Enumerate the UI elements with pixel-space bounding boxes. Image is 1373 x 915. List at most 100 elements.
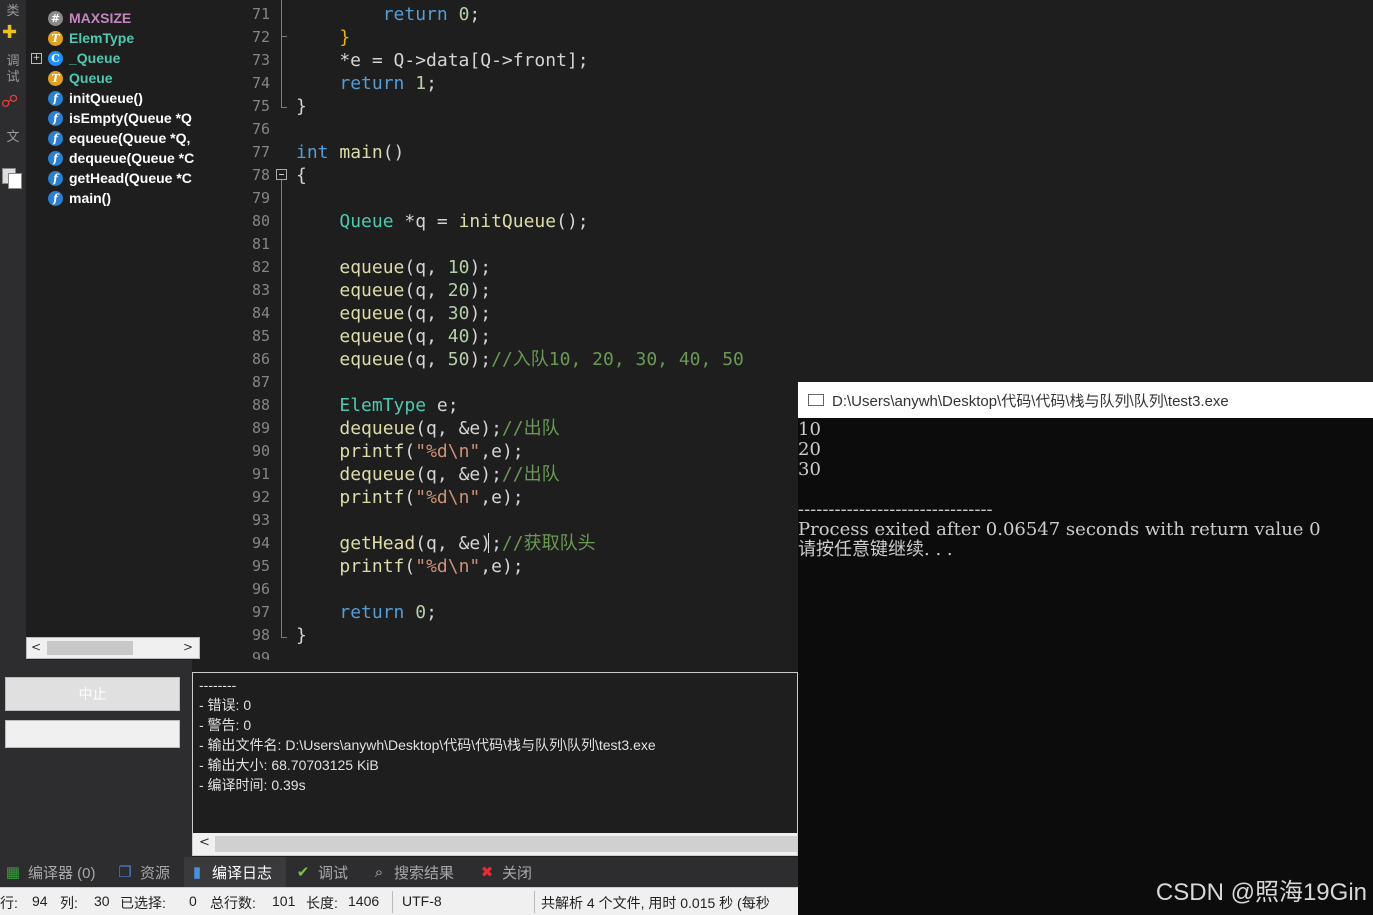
console-window-icon [808,394,824,406]
code-token: equeue [339,280,405,301]
code-line[interactable]: ElemType e; [296,394,458,417]
console-output-line: 30 [798,459,821,480]
class-item-label: main() [69,190,111,206]
compile-log-line: - 输出文件名: D:\Users\anywh\Desktop\代码\代码\栈与… [199,737,656,753]
scroll-thumb[interactable] [47,641,133,655]
scroll-thumb[interactable] [215,836,797,852]
code-line[interactable]: dequeue(q, &e);//出队 [296,463,559,486]
files-icon[interactable] [2,168,22,189]
resources-icon: ❐ [118,864,132,881]
compile-log-hscrollbar[interactable]: < [193,833,797,855]
code-token: "%d\n" [415,556,481,577]
function-icon: f [48,150,63,166]
line-number: 97 [251,603,270,621]
code-token: 50 [447,349,470,370]
bottom-tab[interactable]: ❐ 资源 [112,857,180,887]
code-token: equeue [339,326,405,347]
code-line[interactable]: } [296,95,307,118]
line-number: 77 [251,143,270,161]
scroll-left-arrow[interactable]: < [31,640,41,654]
code-line[interactable]: equeue(q, 30); [296,302,491,325]
code-line[interactable]: dequeue(q, &e);//出队 [296,417,559,440]
class-item[interactable]: C _Queue [48,48,200,68]
status-selection-value: 0 [189,893,197,909]
expand-node-icon[interactable]: + [31,53,42,64]
code-editor[interactable]: 71 72 73 74 75 76 77 78 79 80 81 82 83 84 85 86 87 88 89 90… [212,0,798,660]
fold-collapse-icon[interactable] [276,169,287,180]
bottom-tab[interactable]: ▮ 编译日志 [184,857,286,887]
class-browser-hscrollbar[interactable]: < > [26,637,200,659]
code-line[interactable]: return 0; [296,3,481,26]
stop-button[interactable]: 中止 [5,677,180,711]
console-output-line: Process exited after 0.06547 seconds wit… [798,519,1321,540]
code-token: (q, [404,326,448,347]
console-output-line: 20 [798,439,821,460]
status-separator [392,891,393,913]
code-line[interactable]: int main() [296,141,404,164]
line-number: 75 [251,97,270,115]
line-number: 89 [251,419,270,437]
bottom-tab[interactable]: ✖ 关闭 [474,857,544,887]
code-line[interactable]: printf("%d\n",e); [296,486,524,509]
debug-tab-label[interactable]: 调试 [4,54,22,86]
class-item[interactable]: f initQueue() [48,88,200,108]
code-line[interactable]: equeue(q, 10); [296,256,491,279]
class-item-label: dequeue(Queue *C [69,150,195,166]
code-line[interactable]: equeue(q, 20); [296,279,491,302]
code-token: equeue [339,303,405,324]
status-encoding: UTF-8 [402,893,442,909]
compile-log-panel[interactable]: -------- - 错误: 0 - 警告: 0 - 输出文件名: D:\Users\… [192,672,798,856]
class-item[interactable]: f main() [48,188,200,208]
debug-glasses-icon[interactable]: ☍ [1,92,18,112]
code-line[interactable]: return 1; [296,72,437,95]
code-token: (); [556,211,589,232]
code-token: ( [404,556,416,577]
add-watch-icon[interactable]: ✚ [2,22,17,43]
bottom-tab[interactable]: ⌕ 搜索结果 [366,857,470,887]
class-item[interactable]: T Queue [48,68,200,88]
class-item[interactable]: f dequeue(Queue *C [48,148,200,168]
code-line[interactable]: return 0; [296,601,437,624]
class-item[interactable]: f isEmpty(Queue *Q [48,108,200,128]
class-item[interactable]: # MAXSIZE [48,8,200,28]
code-line[interactable]: equeue(q, 50);//入队10, 20, 30, 40, 50 [296,348,744,371]
code-line[interactable]: printf("%d\n",e); [296,440,523,463]
bottom-tab[interactable]: ✔ 调试 [290,857,362,887]
code-line[interactable]: equeue(q, 40); [296,325,491,348]
code-line[interactable]: Queue *q = initQueue(); [296,210,589,233]
line-number: 76 [251,120,270,138]
code-line[interactable]: getHead(q, &e);//获取队头 [296,532,595,555]
class-item[interactable]: f equeue(Queue *Q, [48,128,200,148]
scroll-left-arrow[interactable]: < [199,835,210,850]
code-line[interactable]: { [296,164,307,187]
class-item[interactable]: f getHead(Queue *C [48,168,200,188]
console-title: D:\Users\anywh\Desktop\代码\代码\栈与队列\队列\tes… [832,392,1229,410]
class-tab-label[interactable]: 类 [4,4,22,20]
code-token: ); [469,349,492,370]
line-number: 96 [251,580,270,598]
code-line[interactable]: } [296,26,350,49]
code-token: ,e); [480,556,524,577]
line-number: 85 [251,327,270,345]
file-tab-label[interactable]: 文 [4,130,22,146]
bottom-tab-label: 关闭 [502,864,533,882]
code-token: dequeue [339,464,416,485]
bottom-tab[interactable]: ▦ 编译器 (0) [0,857,108,887]
code-token: ; [469,4,481,25]
scroll-right-arrow[interactable]: > [183,640,193,654]
console-titlebar[interactable]: D:\Users\anywh\Desktop\代码\代码\栈与队列\队列\tes… [798,382,1373,418]
code-token: dequeue [339,418,416,439]
code-line[interactable]: } [296,624,307,647]
code-token: ,e); [480,487,524,508]
class-item[interactable]: T ElemType [48,28,200,48]
bottom-tab-label: 编译器 (0) [28,864,96,882]
console-window[interactable]: D:\Users\anywh\Desktop\代码\代码\栈与队列\队列\tes… [798,382,1373,915]
code-line[interactable]: *e = Q->data[Q->front]; [296,49,588,72]
status-col-label: 列: [60,895,78,911]
status-bar: 行: 94 列: 30 已选择: 0 总行数: 101 长度: 1406 UTF… [0,887,798,915]
code-line[interactable]: printf("%d\n",e); [296,555,524,578]
